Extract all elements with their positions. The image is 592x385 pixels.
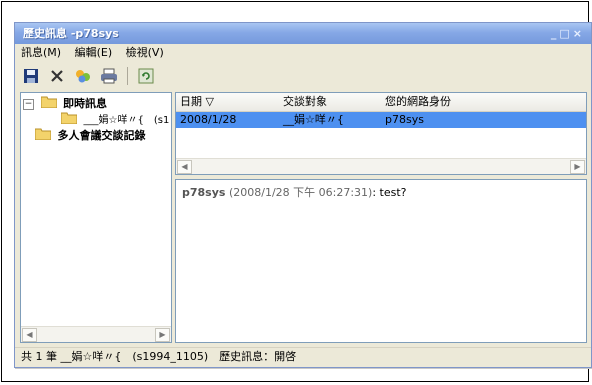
print-icon[interactable] (99, 66, 119, 86)
conversation-list[interactable]: 日期 ▽ 交談對象 您的網路身份 2008/1/28 __娟☆咩〃{ p78sy… (175, 92, 587, 175)
message-view: p78sys (2008/1/28 下午 06:27:31): test? (175, 179, 587, 343)
row-date: 2008/1/28 (180, 113, 237, 126)
refresh-icon[interactable] (136, 66, 156, 86)
conversation-tree[interactable]: − 即時訊息 ___娟☆咩〃{ (s1 多人會議交談記錄 ◀ ▶ (20, 92, 172, 343)
tree-root2-label: 多人會議交談記錄 (57, 129, 146, 142)
tree-root-group-chat[interactable]: 多人會議交談記錄 (34, 127, 146, 145)
tree-child-label: ___娟☆咩〃{ (s1 (83, 115, 170, 126)
table-row[interactable]: 2008/1/28 __娟☆咩〃{ p78sys (176, 112, 586, 128)
row-partner: __娟☆咩〃{ (283, 113, 344, 126)
message-timestamp: (2008/1/28 下午 06:27:31) (228, 186, 373, 199)
tree-item-contact[interactable]: ___娟☆咩〃{ (s1 (60, 111, 170, 127)
message-text: : test? (372, 186, 407, 199)
menu-message[interactable]: 訊息(M) (21, 46, 61, 59)
tree-horizontal-scrollbar[interactable]: ◀ ▶ (21, 326, 171, 342)
scroll-left-icon[interactable]: ◀ (22, 328, 37, 342)
title-bar[interactable]: 歷史訊息 -p78sys _□× (15, 23, 591, 44)
col-header-date[interactable]: 日期 ▽ (176, 93, 280, 111)
menu-edit[interactable]: 編輯(E) (75, 46, 113, 59)
col-header-partner[interactable]: 交談對象 (279, 93, 383, 111)
window-title: 歷史訊息 -p78sys (23, 27, 119, 40)
scroll-left-icon[interactable]: ◀ (177, 160, 192, 174)
scroll-right-icon[interactable]: ▶ (570, 160, 585, 174)
history-window: 歷史訊息 -p78sys _□× 訊息(M) 編輯(E) 檢視(V) − 即時訊… (14, 22, 592, 368)
toolbar-separator (127, 67, 128, 85)
collapse-icon[interactable]: − (23, 98, 34, 110)
tree-root-instant-messages[interactable]: − 即時訊息 (23, 95, 107, 111)
status-text: 共 1 筆 __娟☆咩〃{ (s1994_1105) 歷史訊息：開啓 (21, 350, 297, 363)
message-line: p78sys (2008/1/28 下午 06:27:31): test? (182, 184, 407, 200)
window-controls[interactable]: _□× (551, 23, 585, 44)
tree-root-label: 即時訊息 (63, 97, 107, 110)
delete-icon[interactable] (47, 66, 67, 86)
message-sender: p78sys (182, 186, 226, 199)
menu-bar: 訊息(M) 編輯(E) 檢視(V) (15, 44, 591, 62)
folder-icon (40, 95, 57, 113)
list-horizontal-scrollbar[interactable]: ◀ ▶ (176, 158, 586, 174)
contacts-icon[interactable] (73, 66, 93, 86)
menu-view[interactable]: 檢視(V) (126, 46, 164, 59)
list-header: 日期 ▽ 交談對象 您的網路身份 (176, 93, 586, 112)
row-identity: p78sys (385, 113, 424, 126)
folder-icon (34, 127, 52, 145)
status-bar: 共 1 筆 __娟☆咩〃{ (s1994_1105) 歷史訊息：開啓 (15, 347, 591, 366)
scroll-right-icon[interactable]: ▶ (155, 328, 170, 342)
col-header-identity[interactable]: 您的網路身份 (381, 93, 535, 111)
toolbar (15, 63, 591, 89)
save-icon[interactable] (21, 66, 41, 86)
